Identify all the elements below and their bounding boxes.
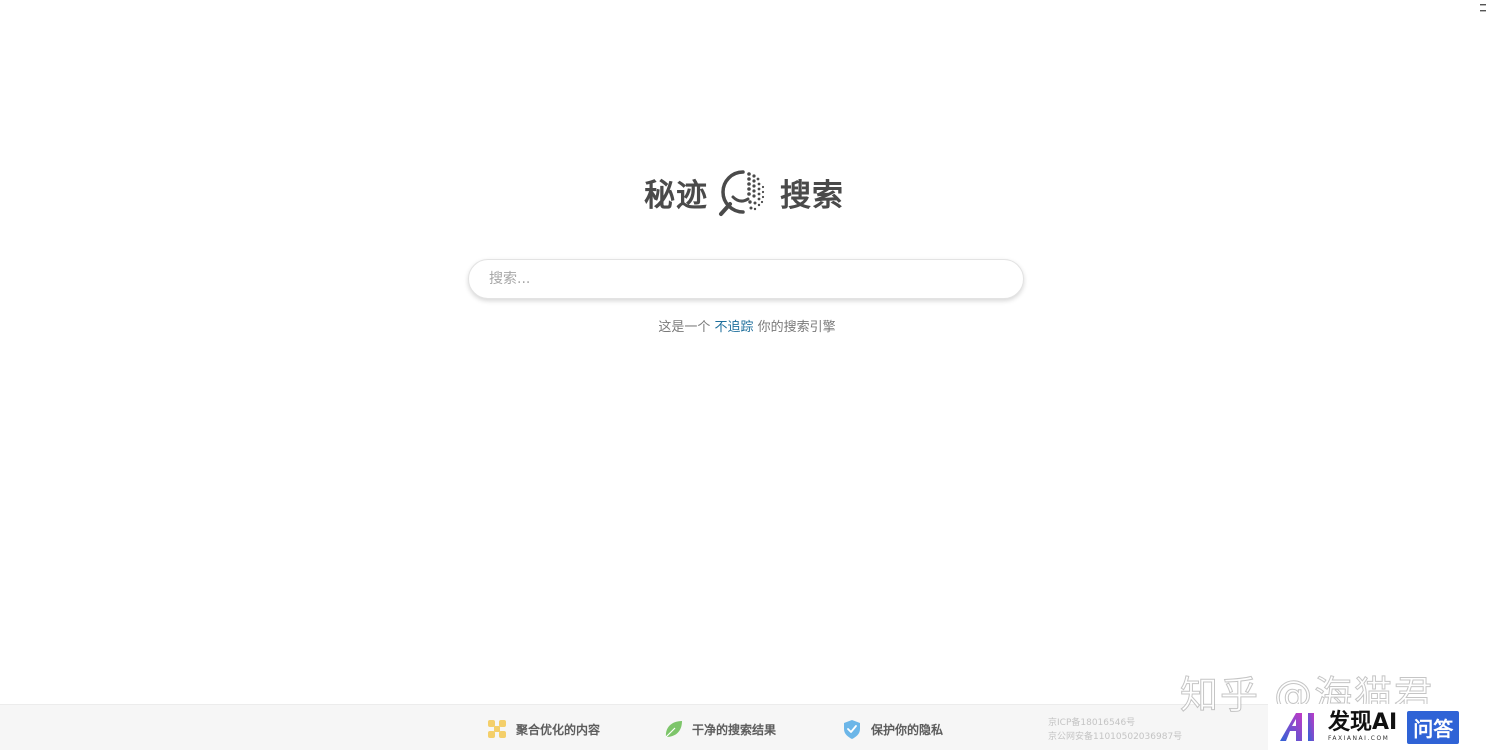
search-box[interactable]	[468, 259, 1024, 299]
tagline-link-no-track[interactable]: 不追踪	[714, 320, 753, 335]
feature-label: 聚合优化的内容	[516, 722, 601, 737]
wenda-tag: 问答	[1407, 710, 1460, 744]
icp-info: 京ICP备18016546号 京公网安备11010502036987号	[1048, 716, 1182, 744]
faxian-sub-text: FAXIANAI.COM	[1328, 735, 1390, 742]
logo-text-right: 搜索	[780, 177, 844, 214]
feature-clean-results: 干净的搜索结果	[662, 718, 776, 740]
menu-icon[interactable]	[1478, 2, 1488, 14]
page: 秘迹 搜索 这是一个 不追踪 你的搜索引擎	[0, 0, 1494, 750]
feature-aggregated-content: 聚合优化的内容	[486, 718, 600, 740]
feature-privacy: 保护你的隐私	[841, 718, 943, 740]
tagline: 这是一个 不追踪 你的搜索引擎	[0, 316, 1494, 335]
icp-line-1[interactable]: 京ICP备18016546号	[1048, 716, 1182, 730]
logo[interactable]: 秘迹 搜索	[644, 164, 850, 220]
magnifier-smile-icon	[719, 170, 765, 216]
faxian-main-text: 发现AI	[1328, 710, 1398, 735]
faxian-text: 发现AI FAXIANAI.COM	[1328, 712, 1397, 742]
clover-icon	[488, 720, 506, 738]
faxian-ai-badge: 发现AI FAXIANAI.COM 问答	[1268, 704, 1494, 750]
leaf-icon	[665, 721, 682, 738]
feature-label: 干净的搜索结果	[692, 722, 777, 737]
tagline-prefix: 这是一个	[658, 320, 711, 335]
logo-text-left: 秘迹	[644, 177, 708, 214]
tagline-suffix: 你的搜索引擎	[757, 320, 836, 335]
search-input[interactable]	[487, 270, 1005, 288]
icp-line-2[interactable]: 京公网安备11010502036987号	[1048, 730, 1182, 744]
feature-label: 保护你的隐私	[871, 722, 944, 737]
shield-check-icon	[844, 720, 860, 739]
ai-logo-icon	[1280, 713, 1314, 741]
